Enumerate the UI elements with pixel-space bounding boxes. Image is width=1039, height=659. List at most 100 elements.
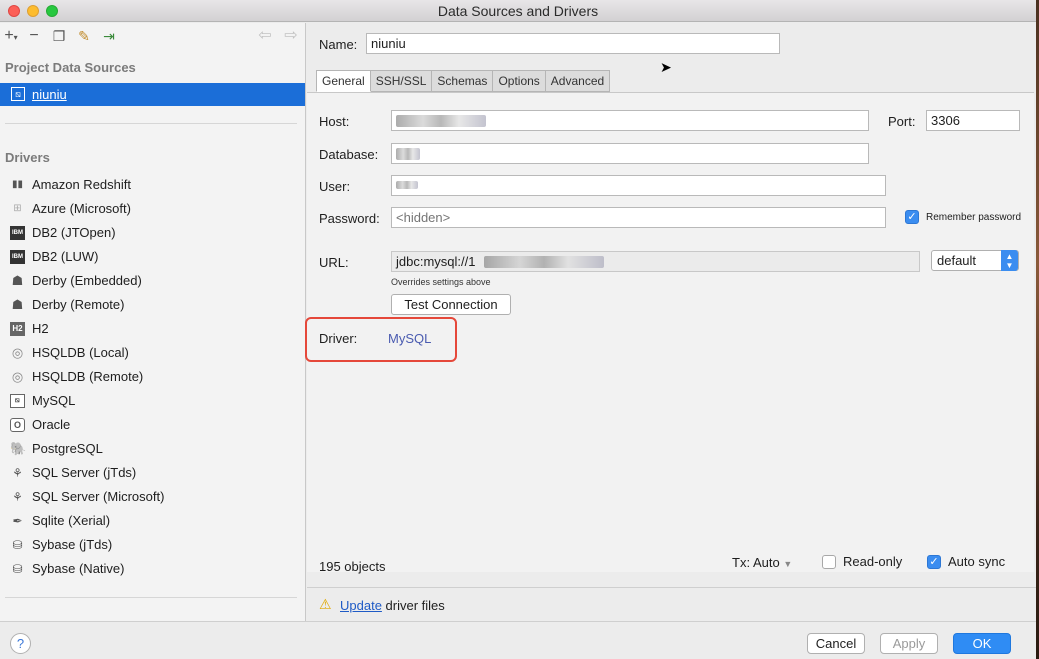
hsqldb-icon: ◎ [11,369,24,384]
tx-mode-dropdown[interactable]: Tx: Auto ▼ [732,555,792,570]
name-label: Name: [319,37,358,52]
import-icon[interactable]: ⇥ [100,27,118,45]
url-input[interactable]: jdbc:mysql://1 [391,251,920,272]
auto-sync-label: Auto sync [948,554,1006,569]
driver-item-sybase-native[interactable]: ⛁ Sybase (Native) [0,557,305,581]
driver-label: Derby (Embedded) [32,273,142,288]
auto-sync-checkbox[interactable]: ✓ [927,555,941,569]
mouse-cursor-icon: ➤ [660,59,672,75]
driver-label: Sybase (jTds) [32,537,113,552]
drivers-title: Drivers [5,150,50,165]
url-mode-value: default [937,253,977,268]
update-text: driver files [381,598,445,613]
tab-general[interactable]: General [316,70,371,92]
close-window-button[interactable] [8,5,20,17]
ok-button[interactable]: OK [953,633,1011,654]
driver-highlight-box [305,317,457,362]
driver-label: DB2 (LUW) [32,249,99,264]
add-icon[interactable]: +▾ [2,27,20,45]
driver-item-db2-luw[interactable]: IBM DB2 (LUW) [0,245,305,269]
update-link[interactable]: Update [340,598,382,613]
driver-item-mysql[interactable]: ⧅ MySQL [0,389,305,413]
duplicate-icon[interactable]: ❐ [50,27,68,45]
sybase-icon: ⛁ [12,562,23,576]
dialog-button-bar: ? Cancel Apply OK [0,621,1036,659]
ibm-icon: IBM [10,226,25,240]
driver-item-azure[interactable]: ⊞ Azure (Microsoft) [0,197,305,221]
password-input[interactable] [391,207,886,228]
help-button[interactable]: ? [10,633,31,654]
driver-label: Amazon Redshift [32,177,131,192]
driver-item-hsqldb-local[interactable]: ◎ HSQLDB (Local) [0,341,305,365]
redshift-icon: ▮▮ [11,179,23,190]
tab-ssh-ssl[interactable]: SSH/SSL [370,70,433,92]
read-only-label: Read-only [843,554,903,569]
zoom-window-button[interactable] [46,5,58,17]
user-input[interactable] [391,175,886,196]
password-label: Password: [319,211,380,226]
driver-item-h2[interactable]: H2 H2 [0,317,305,341]
driver-item-derby-remote[interactable]: ☗ Derby (Remote) [0,293,305,317]
driver-label: PostgreSQL [32,441,103,456]
database-input[interactable] [391,143,869,164]
sqlserver-icon: ⚘ [12,466,23,480]
update-driver-message: Update driver files [340,598,445,613]
driver-label: MySQL [32,393,76,408]
mysql-icon: ⧅ [10,394,25,408]
tab-schemas[interactable]: Schemas [432,70,494,92]
driver-item-sqlserver-jtds[interactable]: ⚘ SQL Server (jTds) [0,461,305,485]
objects-count: 195 objects [319,559,386,574]
driver-item-sqlite[interactable]: ✒ Sqlite (Xerial) [0,509,305,533]
remember-password-checkbox[interactable]: ✓ [905,210,919,224]
minimize-window-button[interactable] [27,5,39,17]
driver-item-sybase-jtds[interactable]: ⛁ Sybase (jTds) [0,533,305,557]
h2-icon: H2 [10,322,25,336]
apply-button[interactable]: Apply [880,633,938,654]
tab-advanced[interactable]: Advanced [545,70,611,92]
tx-mode-label: Tx: Auto [732,555,780,570]
driver-item-sqlserver-microsoft[interactable]: ⚘ SQL Server (Microsoft) [0,485,305,509]
test-connection-button[interactable]: Test Connection [391,294,511,315]
driver-label: Sybase (Native) [32,561,125,576]
chevron-down-icon: ▼ [783,559,793,569]
tab-bar: General SSH/SSL Schemas Options Advanced [316,70,611,92]
derby-hat-icon: ☗ [11,273,24,288]
driver-label: Oracle [32,417,71,432]
project-data-sources-title: Project Data Sources [5,60,136,75]
tab-options[interactable]: Options [493,70,546,92]
name-input[interactable] [366,33,780,54]
redacted-url [484,256,604,268]
windows-icon: ⊞ [13,203,22,214]
driver-settings-icon[interactable]: ✎ [75,27,93,45]
left-bottom-separator [5,597,297,598]
url-value: jdbc:mysql://1 [396,254,476,269]
url-mode-select[interactable]: default ▲ ▼ [931,250,1019,271]
data-source-label: niuniu [32,87,67,102]
data-source-item-niuniu[interactable]: ⧅ niuniu [0,83,305,106]
database-label: Database: [319,147,379,162]
cancel-button[interactable]: Cancel [807,633,865,654]
driver-item-oracle[interactable]: O Oracle [0,413,305,437]
dialog-window: Data Sources and Drivers +▾ − ❐ ✎ ⇥ ⇦ ⇨ … [0,0,1036,659]
ibm-icon: IBM [10,250,25,264]
driver-item-derby-embedded[interactable]: ☗ Derby (Embedded) [0,269,305,293]
driver-label: Sqlite (Xerial) [32,513,111,528]
read-only-checkbox[interactable] [822,555,836,569]
left-toolbar: +▾ − ❐ ✎ ⇥ ⇦ ⇨ [0,23,306,51]
driver-item-db2-jtopen[interactable]: IBM DB2 (JTOpen) [0,221,305,245]
port-input[interactable] [926,110,1020,131]
forward-arrow-icon[interactable]: ⇨ [282,27,300,45]
driver-item-hsqldb-remote[interactable]: ◎ HSQLDB (Remote) [0,365,305,389]
driver-item-amazon-redshift[interactable]: ▮▮ Amazon Redshift [0,173,305,197]
driver-item-postgresql[interactable]: 🐘 PostgreSQL [0,437,305,461]
remember-password-label: Remember password [926,212,1022,223]
user-label: User: [319,179,351,194]
derby-hat-icon: ☗ [11,297,24,312]
remove-icon[interactable]: − [25,27,43,45]
host-input[interactable] [391,110,869,131]
sybase-icon: ⛁ [12,538,23,552]
window-title: Data Sources and Drivers [437,3,599,19]
driver-label: HSQLDB (Local) [32,345,129,360]
back-arrow-icon[interactable]: ⇦ [256,27,274,45]
host-label: Host: [319,114,350,129]
